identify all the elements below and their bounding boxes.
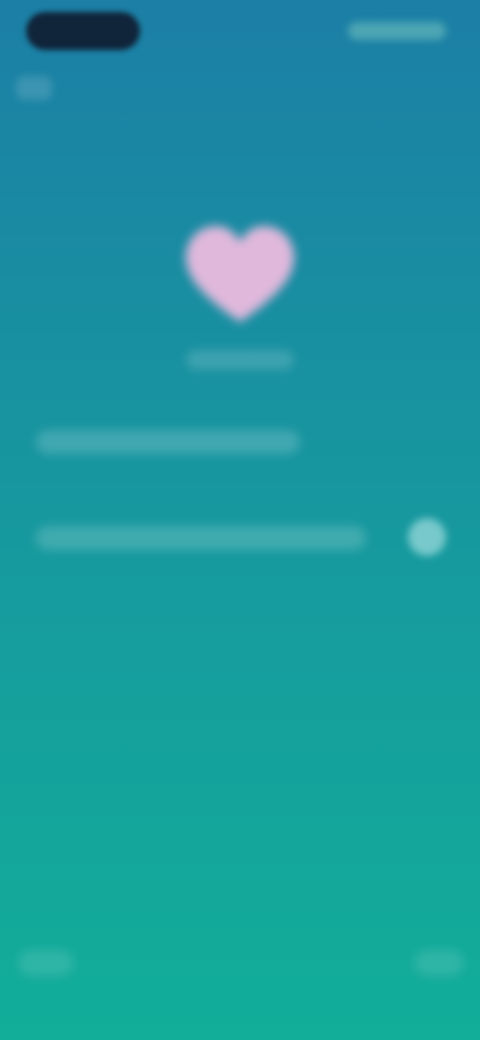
toggle-dot-icon[interactable] [408, 518, 446, 556]
bottom-right-button[interactable] [414, 950, 464, 976]
content-row-2[interactable] [36, 526, 366, 550]
heart-icon-shape [185, 226, 295, 322]
status-time-pill [26, 12, 140, 50]
back-button[interactable] [16, 76, 52, 100]
heart-icon[interactable] [182, 224, 298, 328]
app-screen [0, 0, 480, 1040]
content-row-1[interactable] [36, 430, 300, 454]
status-bar [0, 0, 480, 64]
heart-caption [186, 350, 294, 370]
status-indicators [348, 22, 446, 40]
bottom-left-button[interactable] [18, 950, 74, 976]
